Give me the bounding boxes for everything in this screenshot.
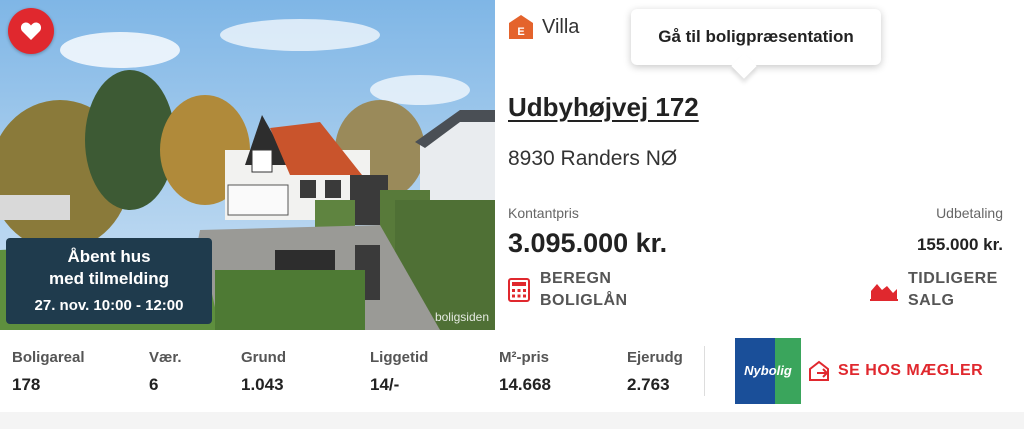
stat-rooms: Vær. 6 bbox=[149, 349, 241, 395]
watermark: boligsiden bbox=[434, 310, 489, 324]
stat-value: 1.043 bbox=[241, 375, 284, 394]
history-label-2: SALG bbox=[908, 292, 955, 309]
city: 8930 Randers NØ bbox=[508, 147, 678, 170]
stat-sqm-price: M²-pris 14.668 bbox=[499, 349, 627, 395]
downpayment-label: Udbetaling bbox=[936, 205, 1003, 221]
price-label: Kontantpris bbox=[508, 205, 579, 221]
stat-plot: Grund 1.043 bbox=[241, 349, 370, 395]
stat-label: Grund bbox=[241, 349, 286, 366]
address-link[interactable]: Udbyhøjvej 172 bbox=[508, 92, 699, 123]
history-label-1: TIDLIGERE bbox=[908, 270, 998, 287]
svg-text:Nybolig: Nybolig bbox=[744, 363, 792, 378]
stat-days-listed: Liggetid 14/- bbox=[370, 349, 499, 395]
open-house-subtitle: med tilmelding bbox=[49, 269, 169, 288]
listing-photo[interactable]: Åbent hus med tilmelding 27. nov. 10:00 … bbox=[0, 0, 495, 330]
stat-value: 178 bbox=[12, 375, 41, 394]
divider bbox=[704, 346, 705, 396]
stat-label: Liggetid bbox=[370, 349, 429, 366]
stat-area: Boligareal 178 bbox=[12, 349, 149, 395]
presentation-tooltip: Gå til boligpræsentation bbox=[631, 9, 881, 65]
stat-value: 2.763 bbox=[627, 375, 670, 394]
property-type-label: Villa bbox=[542, 15, 580, 38]
price-value: 3.095.000 kr. bbox=[508, 228, 668, 258]
open-house-badge: Åbent hus med tilmelding 27. nov. 10:00 … bbox=[6, 238, 212, 324]
calc-label-2: BOLIGLÅN bbox=[540, 292, 628, 309]
stat-label: Boligareal bbox=[12, 349, 85, 366]
downpayment-value: 155.000 kr. bbox=[916, 235, 1003, 254]
stat-label: Vær. bbox=[149, 349, 182, 366]
chart-icon bbox=[870, 284, 898, 301]
see-broker-button[interactable]: SE HOS MÆGLER bbox=[808, 360, 983, 382]
energy-label-icon: E bbox=[509, 15, 533, 39]
nybolig-logo: Nybolig bbox=[735, 338, 801, 404]
calculator-icon bbox=[508, 278, 530, 302]
previous-sales-button[interactable]: TIDLIGERE SALG bbox=[870, 268, 998, 312]
stats-row: Boligareal 178 Vær. 6 Grund 1.043 Ligget… bbox=[12, 349, 697, 395]
see-broker-label: SE HOS MÆGLER bbox=[838, 362, 984, 379]
calculate-loan-button[interactable]: BEREGN BOLIGLÅN bbox=[508, 268, 628, 312]
stat-value: 14/- bbox=[370, 375, 400, 394]
property-type: E Villa bbox=[508, 14, 579, 40]
favorite-button[interactable] bbox=[8, 8, 54, 54]
listing-card[interactable]: Åbent hus med tilmelding 27. nov. 10:00 … bbox=[0, 0, 1024, 412]
broker-logo[interactable]: Nybolig bbox=[735, 338, 801, 404]
stat-owner-cost: Ejerudg 2.763 bbox=[627, 349, 697, 395]
svg-text:E: E bbox=[517, 26, 524, 38]
open-house-title: Åbent hus bbox=[67, 247, 151, 266]
calc-label-1: BEREGN bbox=[540, 270, 612, 287]
stat-value: 6 bbox=[149, 375, 159, 394]
heart-icon bbox=[20, 22, 42, 40]
stat-value: 14.668 bbox=[499, 375, 551, 394]
open-house-time: 27. nov. 10:00 - 12:00 bbox=[34, 297, 184, 314]
stat-label: Ejerudg bbox=[627, 349, 683, 366]
stat-label: M²-pris bbox=[499, 349, 549, 366]
external-link-icon bbox=[809, 360, 829, 381]
